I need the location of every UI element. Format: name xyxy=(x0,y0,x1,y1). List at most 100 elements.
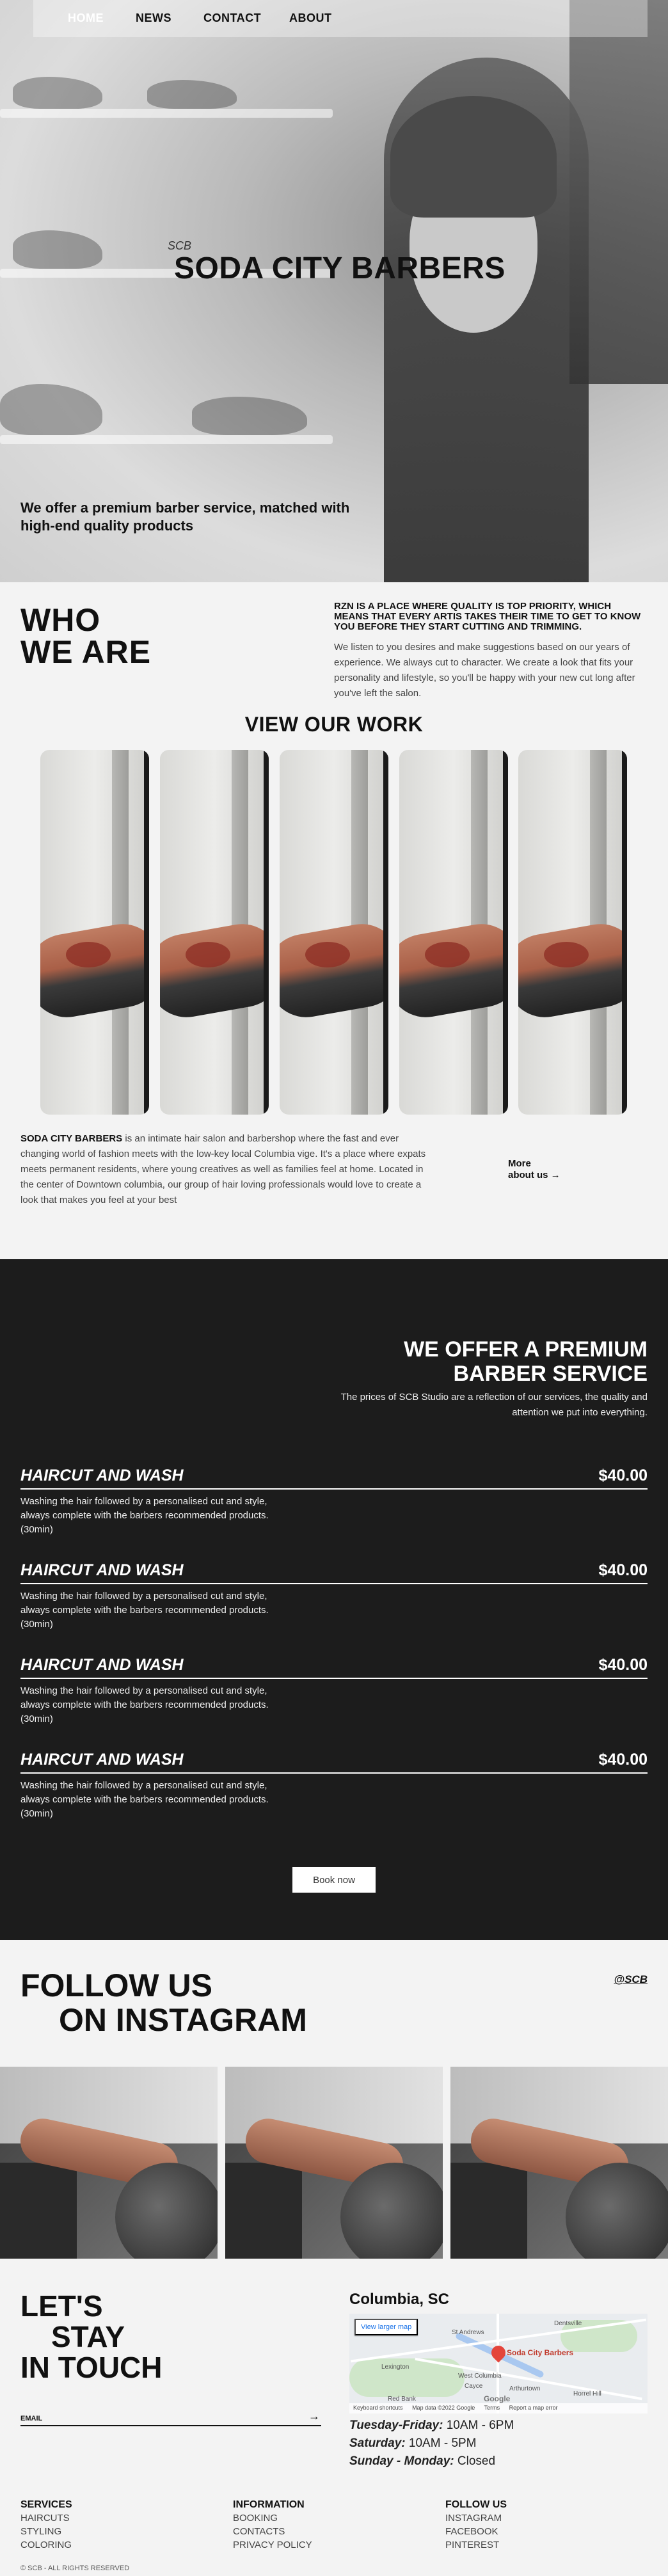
more-label: More xyxy=(508,1158,531,1169)
contact-title-line: LET'S xyxy=(20,2289,103,2323)
hero-title: SODA CITY BARBERS xyxy=(174,251,505,285)
service-description: Washing the hair followed by a personali… xyxy=(20,1496,269,1535)
footer-link[interactable]: PRIVACY POLICY xyxy=(233,2538,312,2552)
instagram-post[interactable] xyxy=(450,2067,668,2259)
email-label: EMAIL xyxy=(20,2415,43,2422)
nav-about[interactable]: ABOUT xyxy=(289,12,332,25)
hero-barber-arm xyxy=(569,0,668,384)
map-place-label: St Andrews xyxy=(452,2329,484,2336)
google-logo: Google xyxy=(484,2394,511,2403)
map-place-label: Cayce xyxy=(465,2383,483,2390)
nav-contact[interactable]: CONTACT xyxy=(203,12,261,25)
footer-heading: SERVICES xyxy=(20,2499,72,2510)
hours-time: Closed xyxy=(454,2454,496,2468)
city-heading: Columbia, SC xyxy=(349,2291,450,2308)
service-divider xyxy=(20,1772,648,1774)
more-about-link[interactable]: More about us → xyxy=(508,1158,561,1181)
map-footer-link[interactable]: Report a map error xyxy=(509,2405,558,2411)
footer-link[interactable]: INSTAGRAM xyxy=(445,2511,507,2525)
map-footer-link[interactable]: Terms xyxy=(484,2405,500,2411)
hero-shoe xyxy=(13,230,102,269)
hero-shelf xyxy=(0,109,333,118)
map-pin-label: Soda City Barbers xyxy=(507,2348,574,2357)
footer-link[interactable]: BOOKING xyxy=(233,2511,312,2525)
service-description: Washing the hair followed by a personali… xyxy=(20,1591,269,1630)
contact-title-line: IN TOUCH xyxy=(20,2351,163,2384)
main-nav: HOME NEWS CONTACT ABOUT xyxy=(33,0,648,37)
contact-title-line: STAY xyxy=(51,2320,125,2353)
footer-heading: FOLLOW US xyxy=(445,2499,507,2510)
instagram-title: FOLLOW US ON INSTAGRAM xyxy=(20,1968,307,2037)
service-price: $40.00 xyxy=(598,1561,648,1579)
footer-link[interactable]: HAIRCUTS xyxy=(20,2511,72,2525)
offer-title-line: BARBER SERVICE xyxy=(453,1362,648,1386)
work-image[interactable] xyxy=(40,750,149,1115)
email-field[interactable] xyxy=(20,2425,321,2426)
instagram-post[interactable] xyxy=(225,2067,443,2259)
nav-news[interactable]: NEWS xyxy=(136,12,171,25)
service-description: Washing the hair followed by a personali… xyxy=(20,1685,269,1724)
instagram-title-line: FOLLOW US xyxy=(20,1968,212,2003)
hours-row: Tuesday-Friday: 10AM - 6PM xyxy=(349,2419,514,2433)
work-image[interactable] xyxy=(399,750,508,1115)
instagram-post[interactable] xyxy=(0,2067,218,2259)
footer-follow: FOLLOW US INSTAGRAM FACEBOOK PINTEREST xyxy=(445,2498,507,2552)
hours-day: Saturday: xyxy=(349,2437,406,2450)
hours-row: Sunday - Monday: Closed xyxy=(349,2454,495,2469)
work-image[interactable] xyxy=(160,750,269,1115)
submit-arrow-icon[interactable]: → xyxy=(308,2410,320,2423)
map-place-label: Horrel Hill xyxy=(573,2390,601,2397)
work-image[interactable] xyxy=(280,750,388,1115)
view-larger-map-link[interactable]: View larger map xyxy=(354,2319,418,2335)
hero-subtitle: We offer a premium barber service, match… xyxy=(20,500,350,534)
map-place-label: Dentsville xyxy=(554,2320,582,2327)
hours-time: 10AM - 5PM xyxy=(405,2437,477,2450)
nav-home[interactable]: HOME xyxy=(68,12,104,25)
offer-title: WE OFFER A PREMIUM BARBER SERVICE xyxy=(264,1337,648,1386)
work-title: VIEW OUR WORK xyxy=(244,713,424,736)
footer-link[interactable]: FACEBOOK xyxy=(445,2525,507,2538)
service-description: Washing the hair followed by a personali… xyxy=(20,1780,269,1819)
footer-link[interactable]: CONTACTS xyxy=(233,2525,312,2538)
map-place-label: Arthurtown xyxy=(509,2385,541,2392)
service-price: $40.00 xyxy=(598,1467,648,1484)
hero-shoe xyxy=(147,80,237,109)
instagram-handle-link[interactable]: @SCB xyxy=(614,1973,648,1986)
hero-shoe xyxy=(192,397,307,435)
hero-section xyxy=(0,0,668,582)
service-price: $40.00 xyxy=(598,1751,648,1769)
hero-shoe xyxy=(0,384,102,435)
who-headline: RZN IS A PLACE WHERE QUALITY IS TOP PRIO… xyxy=(334,601,641,632)
map-footer: Keyboard shortcuts Map data ©2022 Google… xyxy=(349,2403,648,2413)
copyright: © SCB - ALL RIGHTS RESERVED xyxy=(20,2564,130,2572)
map-footer-link[interactable]: Keyboard shortcuts xyxy=(353,2405,403,2411)
service-divider xyxy=(20,1488,648,1490)
footer-link[interactable]: STYLING xyxy=(20,2525,72,2538)
hours-time: 10AM - 6PM xyxy=(443,2419,514,2432)
footer-information: INFORMATION BOOKING CONTACTS PRIVACY POL… xyxy=(233,2498,312,2552)
footer-link[interactable]: COLORING xyxy=(20,2538,72,2552)
map-place-label: West Columbia xyxy=(458,2373,502,2380)
service-price: $40.00 xyxy=(598,1656,648,1674)
footer-link[interactable]: PINTEREST xyxy=(445,2538,507,2552)
who-text: We listen to you desires and make sugges… xyxy=(334,642,635,699)
who-title-line: WE ARE xyxy=(20,634,152,670)
map-footer-text: Map data ©2022 Google xyxy=(412,2405,475,2411)
work-image[interactable] xyxy=(518,750,627,1115)
hours-day: Sunday - Monday: xyxy=(349,2454,454,2468)
who-title-line: WHO xyxy=(20,602,101,638)
service-divider xyxy=(20,1678,648,1679)
contact-title: LET'S STAY IN TOUCH xyxy=(20,2291,163,2383)
hero-shoe xyxy=(13,77,102,109)
service-name: HAIRCUT AND WASH xyxy=(20,1751,184,1769)
hours-day: Tuesday-Friday: xyxy=(349,2419,443,2432)
more-label: about us → xyxy=(508,1170,561,1181)
about-brand: SODA CITY BARBERS xyxy=(20,1133,123,1144)
hero-shelf xyxy=(0,435,333,444)
book-now-button[interactable]: Book now xyxy=(292,1867,376,1893)
footer-services: SERVICES HAIRCUTS STYLING COLORING xyxy=(20,2498,72,2552)
service-name: HAIRCUT AND WASH xyxy=(20,1656,184,1674)
location-map[interactable]: View larger map St Andrews Dentsville Le… xyxy=(349,2314,648,2413)
service-name: HAIRCUT AND WASH xyxy=(20,1561,184,1579)
hero-client-hair xyxy=(390,96,557,218)
